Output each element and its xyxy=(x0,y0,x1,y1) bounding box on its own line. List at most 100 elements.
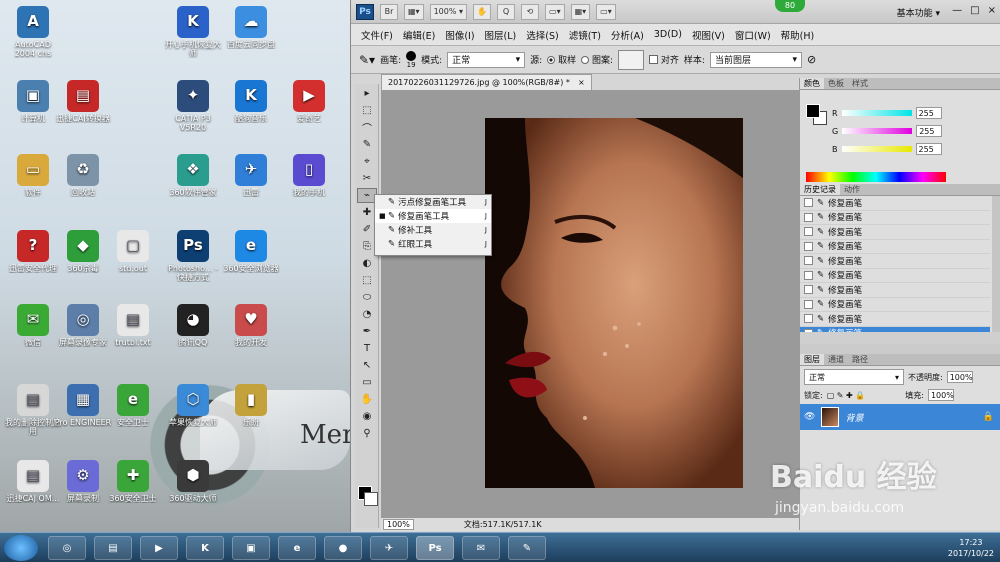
tool-button[interactable]: ◉ xyxy=(357,409,377,424)
color-slider[interactable]: B 255 xyxy=(832,142,992,156)
desktop-icon[interactable]: K 酷狗音乐 xyxy=(222,80,280,123)
taskbar-app[interactable]: ● xyxy=(324,536,362,560)
taskbar-app[interactable]: ✉ xyxy=(462,536,500,560)
menu-item[interactable]: 帮助(H) xyxy=(776,28,820,42)
taskbar-app[interactable]: K xyxy=(186,536,224,560)
taskbar-app[interactable]: ✈ xyxy=(370,536,408,560)
tool-button[interactable]: ✎ xyxy=(357,137,377,152)
taskbar-app[interactable]: ▤ xyxy=(94,536,132,560)
desktop-icon[interactable]: ♥ 我的开发 xyxy=(222,304,280,347)
slider-track[interactable] xyxy=(842,128,913,134)
menu-item[interactable]: 图像(I) xyxy=(440,28,479,42)
close-icon[interactable]: × xyxy=(988,5,996,16)
tool-button[interactable]: ◐ xyxy=(357,256,377,271)
app-bar-button[interactable]: ▭▾ xyxy=(596,3,616,20)
tool-button[interactable]: ⚲ xyxy=(357,426,377,441)
menu-item[interactable]: 图层(L) xyxy=(480,28,522,42)
lock-icons[interactable]: ▢ ✎ ✚ 🔒 xyxy=(827,391,866,400)
desktop-icon[interactable]: ▢ std.out xyxy=(104,230,162,273)
tool-button[interactable]: ▸ xyxy=(357,86,377,101)
snapshot-checkbox[interactable] xyxy=(804,256,813,266)
history-state[interactable]: ✎修复画笔 xyxy=(800,298,990,312)
tool-button[interactable]: ✒ xyxy=(357,324,377,339)
blend-mode-select[interactable]: 正常 ▾ xyxy=(804,369,904,385)
opacity-field[interactable]: 100% xyxy=(946,371,973,383)
desktop-icon[interactable]: A AutoCAD 2004 chs xyxy=(4,6,62,58)
aligned-checkbox[interactable]: 对齐 xyxy=(649,53,679,66)
flyout-item[interactable]: ■ ✎ 修复画笔工具 J xyxy=(375,209,491,223)
minimize-icon[interactable]: — xyxy=(952,5,962,16)
history-scrollbar[interactable] xyxy=(992,196,1000,332)
snapshot-checkbox[interactable] xyxy=(804,285,813,295)
tool-button[interactable]: ⬭ xyxy=(357,290,377,305)
app-bar-button[interactable]: Br xyxy=(380,3,398,20)
desktop-icon[interactable]: ✈ 迅雷 xyxy=(222,154,280,197)
snapshot-checkbox[interactable] xyxy=(804,212,813,222)
system-clock[interactable]: 17:23 2017/10/22 xyxy=(948,537,994,559)
start-button[interactable] xyxy=(4,535,38,561)
menu-item[interactable]: 滤镜(T) xyxy=(564,28,606,42)
sample-select[interactable]: 当前图层 ▾ xyxy=(709,51,802,68)
snapshot-checkbox[interactable] xyxy=(804,314,813,324)
brush-picker[interactable]: 19 xyxy=(406,50,417,69)
app-bar-button[interactable]: ▦▾ xyxy=(570,3,591,20)
history-state[interactable]: ✎修复画笔 xyxy=(800,312,990,327)
taskbar-app[interactable]: Ps xyxy=(416,536,454,560)
desktop-icon[interactable]: ✦ CATIA P3 V5R20 xyxy=(164,80,222,132)
desktop-icon[interactable]: ▯ 我的手机 xyxy=(280,154,338,197)
background-color-swatch[interactable] xyxy=(364,492,378,506)
app-bar-button[interactable]: ✋ xyxy=(473,3,492,20)
tool-button[interactable]: ↖ xyxy=(357,358,377,373)
fill-field[interactable]: 100% xyxy=(927,389,954,401)
desktop-icon[interactable]: e 360安全浏览器 xyxy=(222,230,280,273)
flyout-item[interactable]: ✎ 修补工具 J xyxy=(375,223,491,237)
document-tab[interactable]: 20170226031129726.jpg @ 100%(RGB/8#) * × xyxy=(381,74,592,90)
workspace-switcher[interactable]: 基本功能 ▾ xyxy=(897,6,940,19)
healing-brush-icon[interactable]: ✎▾ xyxy=(359,53,375,67)
layer-row-background[interactable]: 👁 背景 🔒 xyxy=(800,404,1000,430)
taskbar-app[interactable]: ✎ xyxy=(508,536,546,560)
desktop-icon[interactable]: ⬡ 苹果恢复大师 xyxy=(164,384,222,427)
desktop-icon[interactable]: ♻ 回收站 xyxy=(54,154,112,197)
tool-button[interactable]: ⌒ xyxy=(357,120,377,135)
menu-item[interactable]: 选择(S) xyxy=(521,28,563,42)
color-slider[interactable]: G 255 xyxy=(832,124,992,138)
document-info[interactable]: 文档:517.1K/517.1K xyxy=(464,519,542,530)
channel-value[interactable]: 255 xyxy=(915,143,942,155)
tool-button[interactable]: ▭ xyxy=(357,375,377,390)
tool-button[interactable]: T xyxy=(357,341,377,356)
history-state[interactable]: ✎修复画笔 xyxy=(800,211,990,225)
tool-button[interactable]: ◔ xyxy=(357,307,377,322)
desktop-icon[interactable]: ▶ 爱奇艺 xyxy=(280,80,338,123)
mode-select[interactable]: 正常 ▾ xyxy=(447,51,526,68)
taskbar-app[interactable]: e xyxy=(278,536,316,560)
menu-item[interactable]: 编辑(E) xyxy=(398,28,440,42)
desktop-icon[interactable]: ▮ 乐盼 xyxy=(222,384,280,427)
panel-tab[interactable]: 动作 xyxy=(840,184,864,195)
snapshot-checkbox[interactable] xyxy=(804,227,813,237)
flyout-item[interactable]: ✎ 污点修复画笔工具 J xyxy=(375,195,491,209)
ignore-adjustment-icon[interactable]: ⊘ xyxy=(807,53,816,66)
panel-tab[interactable]: 通道 xyxy=(824,354,848,365)
app-bar-button[interactable]: ⟲ xyxy=(521,3,540,20)
desktop-icon[interactable]: ◕ 腾讯QQ xyxy=(164,304,222,347)
channel-value[interactable]: 255 xyxy=(915,107,942,119)
desktop-icon[interactable]: ❖ 360软件管家 xyxy=(164,154,222,197)
tool-button[interactable]: ⌖ xyxy=(357,154,377,169)
taskbar-app[interactable]: ◎ xyxy=(48,536,86,560)
tool-button[interactable]: ✂ xyxy=(357,171,377,186)
color-slider[interactable]: R 255 xyxy=(832,106,992,120)
history-state[interactable]: ✎修复画笔 xyxy=(800,240,990,254)
channel-value[interactable]: 255 xyxy=(916,125,943,137)
desktop-icon[interactable]: ⬢ 360驱动大师 xyxy=(164,460,222,503)
slider-track[interactable] xyxy=(841,110,912,116)
app-bar-button[interactable]: ▦▾ xyxy=(404,3,424,20)
history-state[interactable]: ✎修复画笔 xyxy=(800,196,990,211)
app-bar-button[interactable]: ▭▾ xyxy=(545,3,565,20)
visibility-eye-icon[interactable]: 👁 xyxy=(804,412,815,422)
desktop-icon[interactable]: ✚ 360安全卫士 xyxy=(104,460,162,503)
canvas-area[interactable] xyxy=(381,90,799,518)
history-state[interactable]: ✎修复画笔 xyxy=(800,254,990,269)
maximize-icon[interactable]: □ xyxy=(970,5,979,16)
app-bar-button[interactable]: 100% ▾ xyxy=(429,3,468,20)
